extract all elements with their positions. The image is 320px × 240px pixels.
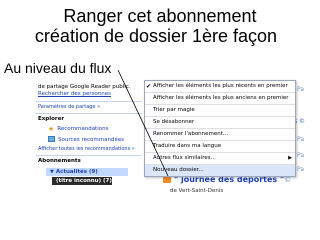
menu-item-label: Trier par magie xyxy=(153,107,195,113)
divider xyxy=(36,101,142,102)
explore-item-recommendations[interactable]: ★ Recommandations xyxy=(48,126,108,133)
feed-settings-menu: ✔ Afficher les éléments les plus récents… xyxy=(144,80,296,177)
collapse-toggle-icon[interactable]: ▼ xyxy=(50,168,54,176)
subscription-label: Actualités (9) xyxy=(55,169,98,175)
feed-subtitle: de Vert-Saint-Denis xyxy=(170,188,224,194)
share-text: de partage Google Reader public. xyxy=(38,84,131,90)
divider xyxy=(36,113,142,114)
feed-fragment: Pa xyxy=(297,136,305,143)
subscription-item-actualites[interactable]: ▼ Actualités (9) xyxy=(46,168,128,176)
share-settings-link[interactable]: Paramètres de partage » xyxy=(38,104,100,111)
menu-item-new-folder[interactable]: Nouveau dossier... xyxy=(145,165,295,176)
explore-item-label: Recommandations xyxy=(57,126,109,132)
menu-item-newest-first[interactable]: ✔ Afficher les éléments les plus récents… xyxy=(145,81,295,93)
menu-item-oldest-first[interactable]: Afficher les éléments les plus anciens e… xyxy=(145,93,295,105)
menu-item-rename[interactable]: Renommer l'abonnement... xyxy=(145,129,295,141)
feed-title-badge: © xyxy=(284,176,292,184)
menu-item-label: Renommer l'abonnement... xyxy=(153,131,229,137)
feed-fragment: Pa xyxy=(297,166,305,173)
feed-icon xyxy=(48,136,55,142)
explore-item-label: Sources recommandées xyxy=(58,137,125,143)
show-all-recommendations-link[interactable]: Afficher toutes les recommandations » xyxy=(38,146,135,153)
menu-item-label: Nouveau dossier... xyxy=(153,167,204,173)
menu-item-unsubscribe[interactable]: Se désabonner xyxy=(145,117,295,129)
menu-item-label: Afficher les éléments les plus récents e… xyxy=(153,83,288,89)
slide-subtitle: Au niveau du flux xyxy=(4,60,112,76)
subscriptions-heading[interactable]: Abonnements xyxy=(38,158,81,165)
menu-item-label: Traduire dans ma langue xyxy=(153,143,222,149)
left-pane: de partage Google Reader public. Recherc… xyxy=(32,80,144,240)
menu-item-similar-feeds[interactable]: Autres flux similaires... ▶ xyxy=(145,153,295,165)
explore-heading[interactable]: Explorer xyxy=(38,116,64,123)
search-people-link[interactable]: Rechercher des personnes xyxy=(38,91,111,98)
menu-item-label: Autres flux similaires... xyxy=(153,155,216,161)
divider xyxy=(36,155,142,156)
feed-fragment: Pa xyxy=(297,86,305,93)
star-icon: ★ xyxy=(48,125,55,133)
menu-item-magic-sort[interactable]: Trier par magie xyxy=(145,105,295,117)
slide-title: Ranger cet abonnement création de dossie… xyxy=(0,6,320,46)
slide-title-line2: création de dossier 1ère façon xyxy=(34,26,278,46)
explore-item-sources[interactable]: Sources recommandées xyxy=(48,136,124,144)
feed-fragment: Pa xyxy=(297,152,305,159)
slide-title-line1: Ranger cet abonnement xyxy=(63,6,257,26)
submenu-arrow-icon: ▶ xyxy=(288,155,292,161)
menu-item-label: Se désabonner xyxy=(153,119,195,125)
subscription-item-unknown[interactable]: (titre inconnu) (7) xyxy=(52,177,112,185)
reader-screenshot: de partage Google Reader public. Recherc… xyxy=(32,80,312,240)
menu-item-translate[interactable]: Traduire dans ma langue xyxy=(145,141,295,153)
subscription-label: (titre inconnu) (7) xyxy=(56,178,112,184)
check-icon: ✔ xyxy=(146,83,152,90)
menu-item-label: Afficher les éléments les plus anciens e… xyxy=(153,95,289,101)
